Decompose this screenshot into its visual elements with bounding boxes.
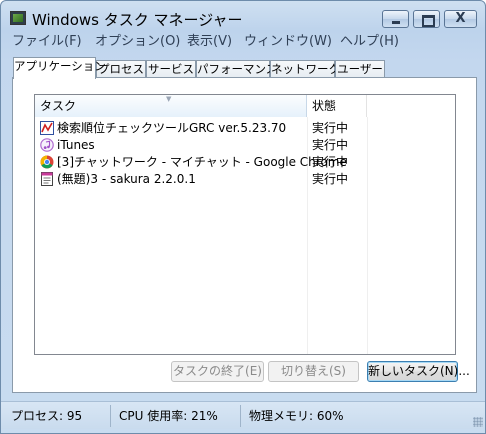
tab-applications[interactable]: アプリケーション [13, 57, 106, 79]
task-status: 実行中 [312, 121, 349, 135]
new-task-button[interactable]: 新しいタスク(N)... [367, 361, 470, 382]
process-count: プロセス: 95 [11, 409, 83, 423]
task-status: 実行中 [312, 155, 349, 169]
menu-bar: ファイル(F) オプション(O) 表示(V) ウィンドウ(W) ヘルプ(H) [1, 33, 485, 51]
column-header-empty [367, 95, 455, 117]
end-task-button[interactable]: タスクの終了(E) [171, 361, 264, 382]
menu-options[interactable]: オプション(O) [95, 33, 180, 51]
cpu-usage: CPU 使用率: 21% [119, 409, 218, 423]
task-status: 実行中 [312, 172, 349, 186]
menu-window[interactable]: ウィンドウ(W) [244, 33, 332, 51]
close-icon: X [455, 11, 466, 26]
menu-help[interactable]: ヘルプ(H) [340, 33, 399, 51]
window-title: Windows タスク マネージャー [32, 11, 243, 29]
task-name: (無題)3 - sakura 2.2.0.1 [57, 172, 196, 186]
maximize-button[interactable] [413, 10, 440, 28]
task-manager-window: Windows タスク マネージャー X ファイル(F) オプション(O) 表示… [0, 0, 486, 434]
column-header-task-label: タスク [40, 99, 77, 113]
task-list[interactable]: ▼ タスク 状態 検索順位チェックツールGRC ver.5.23.70 実行中 [34, 94, 456, 355]
switch-to-button[interactable]: 切り替え(S) [268, 361, 359, 382]
physical-memory: 物理メモリ: 60% [249, 409, 344, 423]
task-name: iTunes [57, 138, 95, 152]
grc-chart-icon [40, 121, 54, 135]
column-header-status[interactable]: 状態 [307, 95, 367, 117]
itunes-icon [40, 138, 54, 152]
applications-panel: ▼ タスク 状態 検索順位チェックツールGRC ver.5.23.70 実行中 [12, 77, 477, 393]
task-name: [3]チャットワーク - マイチャット - Google Chrome [57, 155, 347, 169]
list-header: ▼ タスク 状態 [35, 95, 455, 117]
task-name: 検索順位チェックツールGRC ver.5.23.70 [57, 121, 287, 135]
status-bar: プロセス: 95 CPU 使用率: 21% 物理メモリ: 60% [1, 401, 485, 429]
column-header-task[interactable]: ▼ タスク [35, 95, 307, 117]
task-status: 実行中 [312, 138, 349, 152]
menu-file[interactable]: ファイル(F) [12, 33, 82, 51]
menu-view[interactable]: 表示(V) [187, 33, 232, 51]
table-row[interactable]: 検索順位チェックツールGRC ver.5.23.70 実行中 [35, 120, 455, 137]
title-bar[interactable]: Windows タスク マネージャー X [1, 1, 485, 33]
table-row[interactable]: (無題)3 - sakura 2.2.0.1 実行中 [35, 171, 455, 188]
minimize-button[interactable] [382, 10, 409, 28]
sort-arrow-icon: ▼ [166, 95, 172, 103]
tab-bar: アプリケーション プロセス サービス パフォーマンス ネットワーク ユーザー [1, 56, 485, 79]
sakura-editor-icon [41, 172, 53, 186]
task-manager-icon [10, 11, 26, 25]
close-button[interactable]: X [444, 10, 477, 28]
resize-grip[interactable] [473, 417, 483, 427]
chrome-icon [40, 155, 54, 169]
table-row[interactable]: iTunes 実行中 [35, 137, 455, 154]
table-row[interactable]: [3]チャットワーク - マイチャット - Google Chrome 実行中 [35, 154, 455, 171]
